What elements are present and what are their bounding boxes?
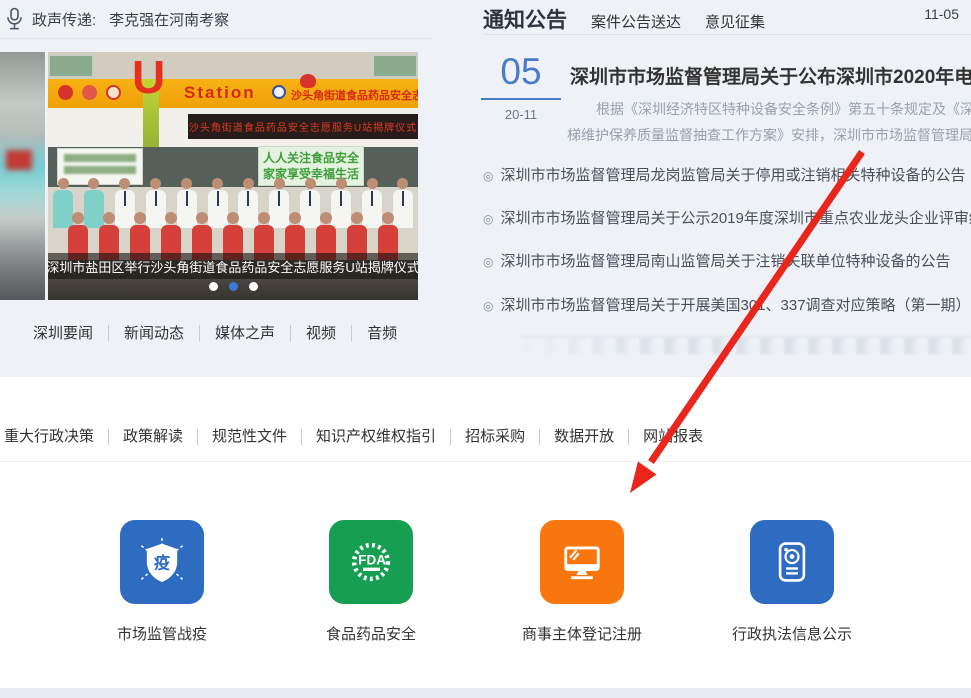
service-food-drug[interactable]: FDA 食品药品安全 [286, 520, 456, 644]
notice-header: 通知公告 案件公告送达 意见征集 [483, 4, 765, 34]
service-label: 行政执法信息公示 [707, 623, 877, 644]
camera-icon [750, 520, 834, 604]
carousel-dot[interactable] [229, 282, 238, 291]
ghost-slide-photo [0, 52, 45, 300]
nav-ip-rights-guide[interactable]: 知识产权维权指引 [302, 429, 451, 445]
photo-window [48, 54, 94, 78]
carousel-previous-slide[interactable] [0, 52, 45, 300]
featured-notice-title[interactable]: 深圳市市场监督管理局关于公布深圳市2020年电梯维护保养 [570, 62, 971, 89]
voice-bar-date: 11-05 [924, 6, 959, 22]
carousel-caption-bar: 深圳市盐田区举行沙头角街道食品药品安全志愿服务U站揭牌仪式 [48, 253, 418, 279]
ghost-slide-detail [6, 150, 32, 170]
notice-header-divider [483, 34, 971, 35]
news-tabs: 深圳要闻 新闻动态 媒体之声 视频 音频 [33, 325, 412, 342]
carousel-dot[interactable] [249, 282, 258, 291]
bullet-icon: ◎ [483, 212, 493, 226]
tab-opinion-solicitation[interactable]: 意见征集 [705, 11, 765, 32]
carousel-dot[interactable] [209, 282, 218, 291]
voice-bar-headline[interactable]: 李克强在河南考察 [109, 9, 229, 30]
nav-normative-documents[interactable]: 规范性文件 [198, 429, 302, 445]
photo-sign-text: 沙头角街道食品药品安全志 [291, 87, 418, 103]
bullet-icon: ◎ [483, 169, 493, 183]
tab-news-updates[interactable]: 新闻动态 [109, 325, 200, 342]
photo-window [372, 54, 418, 78]
featured-date-block: 05 20-11 [465, 52, 577, 122]
featured-day: 05 [465, 52, 577, 93]
policy-nav: 重大行政决策 政策解读 规范性文件 知识产权维权指引 招标采购 数据开放 网站报… [4, 429, 717, 445]
photo-u-letter: U [132, 54, 165, 100]
featured-excerpt-line1: 根据《深圳经济特区特种设备安全条例》第五十条规定及《深圳市市场监 [596, 99, 971, 119]
photo-station-text: Station [184, 83, 256, 103]
service-enforcement-disclosure[interactable]: 行政执法信息公示 [707, 520, 877, 644]
featured-date-underline [481, 98, 561, 100]
bullet-icon: ◎ [483, 299, 493, 313]
nav-site-reports[interactable]: 网站报表 [629, 429, 717, 445]
service-label: 市场监管战疫 [77, 623, 247, 644]
svg-text:FDA: FDA [358, 552, 386, 567]
voice-news-bar: 政声传递: 李克强在河南考察 [4, 5, 432, 33]
tab-shenzhen-news[interactable]: 深圳要闻 [33, 325, 109, 342]
notice-title: 通知公告 [483, 4, 567, 34]
left-header-divider [0, 38, 432, 39]
service-business-registration[interactable]: 商事主体登记注册 [497, 520, 667, 644]
epidemic-shield-icon: 疫 [120, 520, 204, 604]
featured-yearmonth: 20-11 [465, 107, 577, 122]
nav-open-data[interactable]: 数据开放 [540, 429, 629, 445]
tab-media-voice[interactable]: 媒体之声 [200, 325, 291, 342]
svg-text:疫: 疫 [154, 554, 170, 573]
photo-wall [48, 52, 418, 80]
fda-wreath-icon: FDA [329, 520, 413, 604]
tab-video[interactable]: 视频 [291, 325, 352, 342]
policy-nav-divider [0, 461, 971, 462]
tab-audio[interactable]: 音频 [352, 325, 412, 342]
service-epidemic[interactable]: 疫 市场监管战疫 [77, 520, 247, 644]
carousel-dots [48, 282, 418, 291]
featured-excerpt-line2: 梯维护保养质量监督抽查工作方案》安排，深圳市市场监督管理局组织开展了 [567, 125, 971, 145]
photo-sign-logo [272, 85, 286, 99]
carousel-caption[interactable]: 深圳市盐田区举行沙头角街道食品药品安全志愿服务U站揭牌仪式 [48, 257, 418, 276]
news-carousel[interactable]: U Station 沙头角街道食品药品安全志 沙头角街道食品药品安全志愿服务U站… [48, 52, 418, 300]
notice-list-item[interactable]: ◎深圳市市场监督管理局南山监管局关于注销失联单位特种设备的公告 [483, 250, 951, 271]
nav-policy-interpretation[interactable]: 政策解读 [109, 429, 198, 445]
notice-list-item[interactable]: ◎深圳市市场监督管理局关于开展美国301、337调查对应策略（第一期）专项培 [483, 294, 971, 315]
voice-bar-label: 政声传递: [32, 9, 96, 30]
service-label: 商事主体登记注册 [497, 623, 667, 644]
bullet-icon: ◎ [483, 255, 493, 269]
photo-led-display: 沙头角街道食品药品安全志愿服务U站揭牌仪式 [188, 114, 418, 139]
photo-flower [300, 74, 316, 88]
tab-case-announcements[interactable]: 案件公告送达 [591, 11, 681, 32]
photo-emblems [58, 85, 121, 100]
nav-bidding-procurement[interactable]: 招标采购 [451, 429, 540, 445]
nav-major-decisions[interactable]: 重大行政决策 [4, 429, 109, 445]
notice-list-item[interactable]: ◎深圳市市场监督管理局关于公示2019年度深圳市重点农业龙头企业评审结果的 [483, 207, 971, 228]
notice-list-item[interactable]: ◎深圳市市场监督管理局龙岗监管局关于停用或注销相关特种设备的公告 [483, 164, 966, 185]
microphone-icon [4, 6, 25, 32]
monitor-icon [540, 520, 624, 604]
footer-strip [0, 688, 971, 698]
bridge-watermark [520, 336, 971, 354]
service-label: 食品药品安全 [286, 623, 456, 644]
